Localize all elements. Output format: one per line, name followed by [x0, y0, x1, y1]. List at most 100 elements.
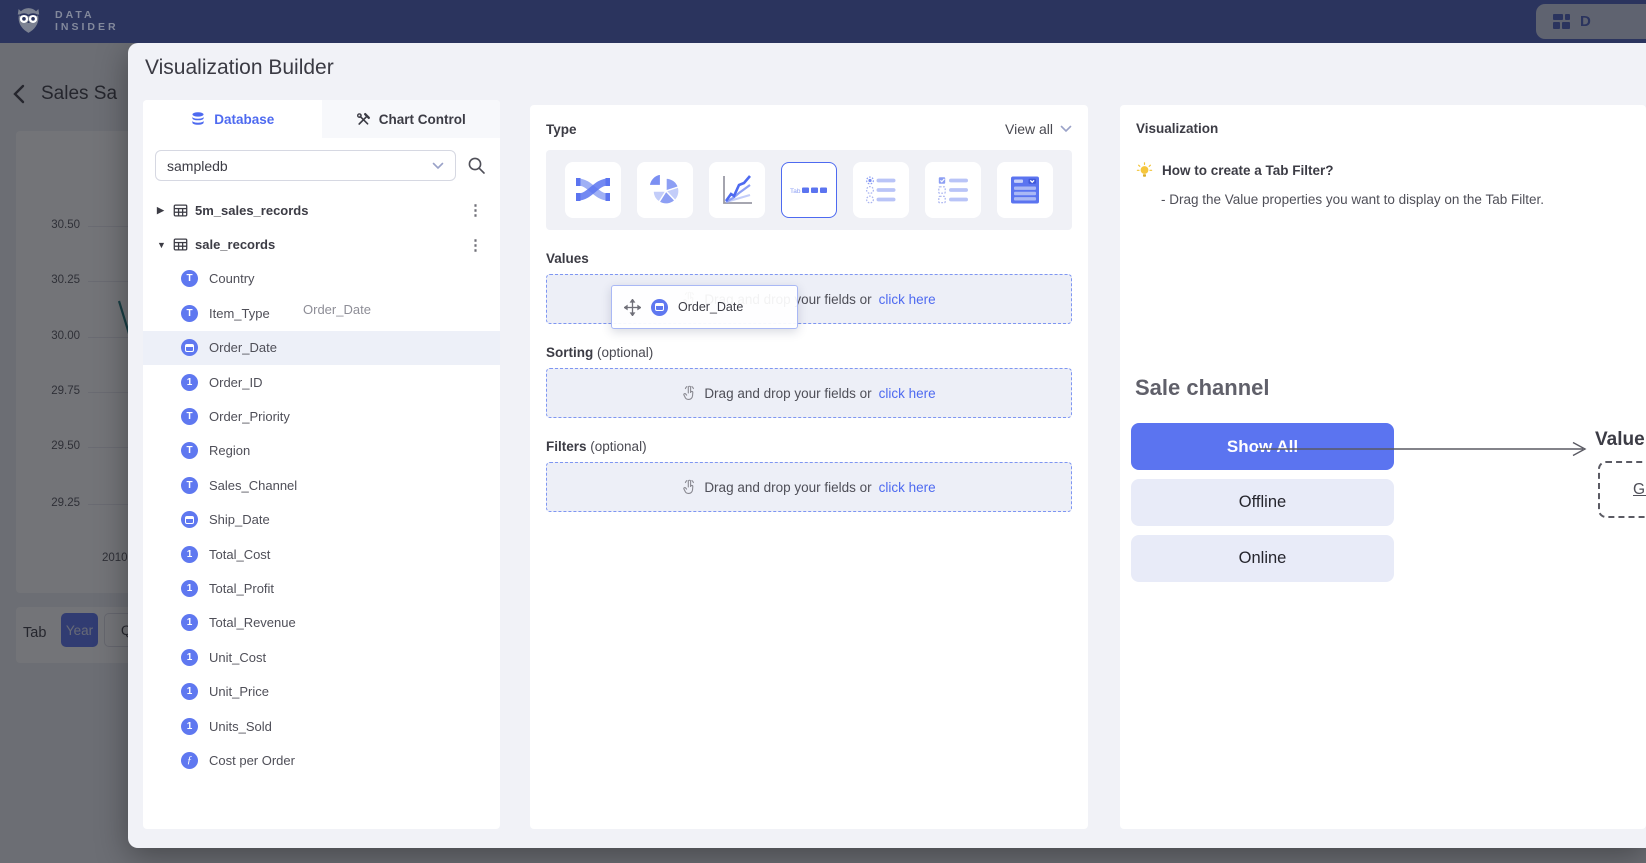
- text-type-icon: T: [181, 270, 198, 287]
- chart-type-line[interactable]: [709, 162, 765, 218]
- dashboard-icon: [1552, 12, 1571, 31]
- dragging-field-chip[interactable]: Order_Date: [611, 285, 798, 329]
- datasource-select[interactable]: sampledb: [155, 150, 456, 181]
- y-axis-tick: 30.25: [38, 274, 80, 286]
- database-icon: [190, 111, 206, 127]
- y-axis-tick: 29.25: [38, 497, 80, 509]
- field-item[interactable]: ƒ Cost per Order: [143, 743, 500, 777]
- table-item-5m-sales-records[interactable]: ▶ 5m_sales_records ⋮: [143, 193, 500, 227]
- tip-title: How to create a Tab Filter?: [1162, 163, 1334, 178]
- text-type-icon: T: [181, 408, 198, 425]
- table-name: sale_records: [195, 237, 275, 252]
- number-type-icon: 1: [181, 718, 198, 735]
- more-options-icon[interactable]: ⋮: [465, 236, 486, 254]
- dropzone-text: Drag and drop your fields or: [704, 480, 871, 495]
- visualization-panel: Visualization How to create a Tab Filter…: [1120, 105, 1646, 829]
- more-options-icon[interactable]: ⋮: [465, 201, 486, 219]
- search-icon[interactable]: [467, 156, 486, 175]
- preview-button-online[interactable]: Online: [1131, 535, 1394, 582]
- chart-type-sankey[interactable]: [565, 162, 621, 218]
- field-name: Item_Type: [209, 306, 270, 321]
- hand-drag-icon: [682, 385, 697, 401]
- preview-button-offline[interactable]: Offline: [1131, 479, 1394, 526]
- field-item[interactable]: 1 Units_Sold: [143, 709, 500, 743]
- back-chevron-icon[interactable]: [12, 84, 25, 104]
- brand-logo: DATA INSIDER: [12, 4, 119, 37]
- field-item[interactable]: 1 Total_Revenue: [143, 606, 500, 640]
- dashboard-button-label: D: [1580, 13, 1591, 30]
- owl-logo-icon: [12, 4, 45, 37]
- chart-type-tab-filter[interactable]: Tab: [781, 162, 837, 218]
- table-item-sale-records[interactable]: ▼ sale_records ⋮: [143, 227, 500, 261]
- chart-type-pie[interactable]: [637, 162, 693, 218]
- tab-database-label: Database: [214, 112, 274, 127]
- x-axis-tick: 2010: [102, 552, 128, 564]
- brand-line2: INSIDER: [55, 21, 119, 33]
- field-name: Unit_Cost: [209, 650, 266, 665]
- page-header: Sales Sa: [12, 83, 117, 105]
- field-item[interactable]: 1 Order_ID: [143, 365, 500, 399]
- page-title: Sales Sa: [41, 83, 117, 105]
- brand-line1: DATA: [55, 9, 119, 21]
- caret-down-icon[interactable]: ▼: [157, 240, 173, 250]
- chart-type-checkbox-list[interactable]: [925, 162, 981, 218]
- drag-ghost-label: Order_Date: [303, 302, 371, 317]
- field-item[interactable]: T Order_Priority: [143, 399, 500, 433]
- number-type-icon: 1: [181, 580, 198, 597]
- tab-chart-control-label: Chart Control: [379, 112, 466, 127]
- table-name: 5m_sales_records: [195, 203, 308, 218]
- tab-filter-label: Tab: [23, 625, 46, 641]
- annotation-value-label: Value: [1595, 429, 1645, 451]
- modal-title: Visualization Builder: [145, 56, 334, 80]
- field-item[interactable]: T Sales_Channel: [143, 468, 500, 502]
- y-axis-tick: 30.00: [38, 330, 80, 342]
- database-panel: Database Chart Control sampledb: [143, 100, 500, 829]
- annotation-arrow: [1255, 440, 1595, 458]
- field-item[interactable]: T Country: [143, 262, 500, 296]
- lightbulb-icon: [1136, 162, 1153, 179]
- caret-right-icon[interactable]: ▶: [157, 205, 173, 216]
- left-panel-tabs: Database Chart Control: [143, 100, 500, 138]
- click-here-link[interactable]: click here: [879, 386, 936, 401]
- field-name: Total_Cost: [209, 547, 270, 562]
- builder-panel: Type View all: [530, 105, 1088, 829]
- table-icon: [173, 203, 188, 218]
- calendar-icon: [651, 299, 668, 316]
- field-name: Country: [209, 271, 255, 286]
- number-type-icon: 1: [181, 546, 198, 563]
- tab-database[interactable]: Database: [143, 100, 322, 138]
- field-tree: ▶ 5m_sales_records ⋮ ▼: [143, 189, 500, 778]
- field-item[interactable]: 1 Total_Cost: [143, 537, 500, 571]
- field-item[interactable]: 1 Unit_Price: [143, 674, 500, 708]
- field-item[interactable]: Order_Date: [143, 331, 500, 365]
- chart-type-dropdown[interactable]: [997, 162, 1053, 218]
- sorting-section-label: Sorting (optional): [530, 324, 1088, 360]
- tab-chart-control[interactable]: Chart Control: [322, 100, 501, 138]
- year-tab-button[interactable]: Year: [61, 613, 98, 647]
- top-navbar: DATA INSIDER D: [0, 0, 1646, 43]
- field-item[interactable]: T Region: [143, 434, 500, 468]
- visualization-header: Visualization: [1120, 105, 1646, 136]
- chevron-down-icon: [432, 162, 444, 170]
- field-name: Region: [209, 443, 250, 458]
- dashboard-button[interactable]: D: [1536, 4, 1646, 39]
- view-all-button[interactable]: View all: [1005, 121, 1072, 137]
- click-here-link[interactable]: click here: [879, 292, 936, 307]
- tools-icon: [356, 112, 371, 127]
- field-item[interactable]: 1 Unit_Cost: [143, 640, 500, 674]
- chevron-down-icon: [1060, 125, 1072, 133]
- filters-dropzone[interactable]: Drag and drop your fields or click here: [546, 462, 1072, 512]
- chart-type-radio-list[interactable]: [853, 162, 909, 218]
- field-name: Ship_Date: [209, 512, 270, 527]
- values-dropzone[interactable]: Drag and drop your fields or click here …: [546, 274, 1072, 324]
- field-name: Units_Sold: [209, 719, 272, 734]
- annotation-group-box: Group: [1598, 461, 1646, 518]
- number-type-icon: 1: [181, 374, 198, 391]
- type-section-label: Type: [546, 122, 577, 137]
- sorting-dropzone[interactable]: Drag and drop your fields or click here: [546, 368, 1072, 418]
- field-item[interactable]: Ship_Date: [143, 503, 500, 537]
- click-here-link[interactable]: click here: [879, 480, 936, 495]
- field-item[interactable]: 1 Total_Profit: [143, 571, 500, 605]
- field-name: Order_Date: [209, 340, 277, 355]
- drag-chip-label: Order_Date: [678, 300, 743, 314]
